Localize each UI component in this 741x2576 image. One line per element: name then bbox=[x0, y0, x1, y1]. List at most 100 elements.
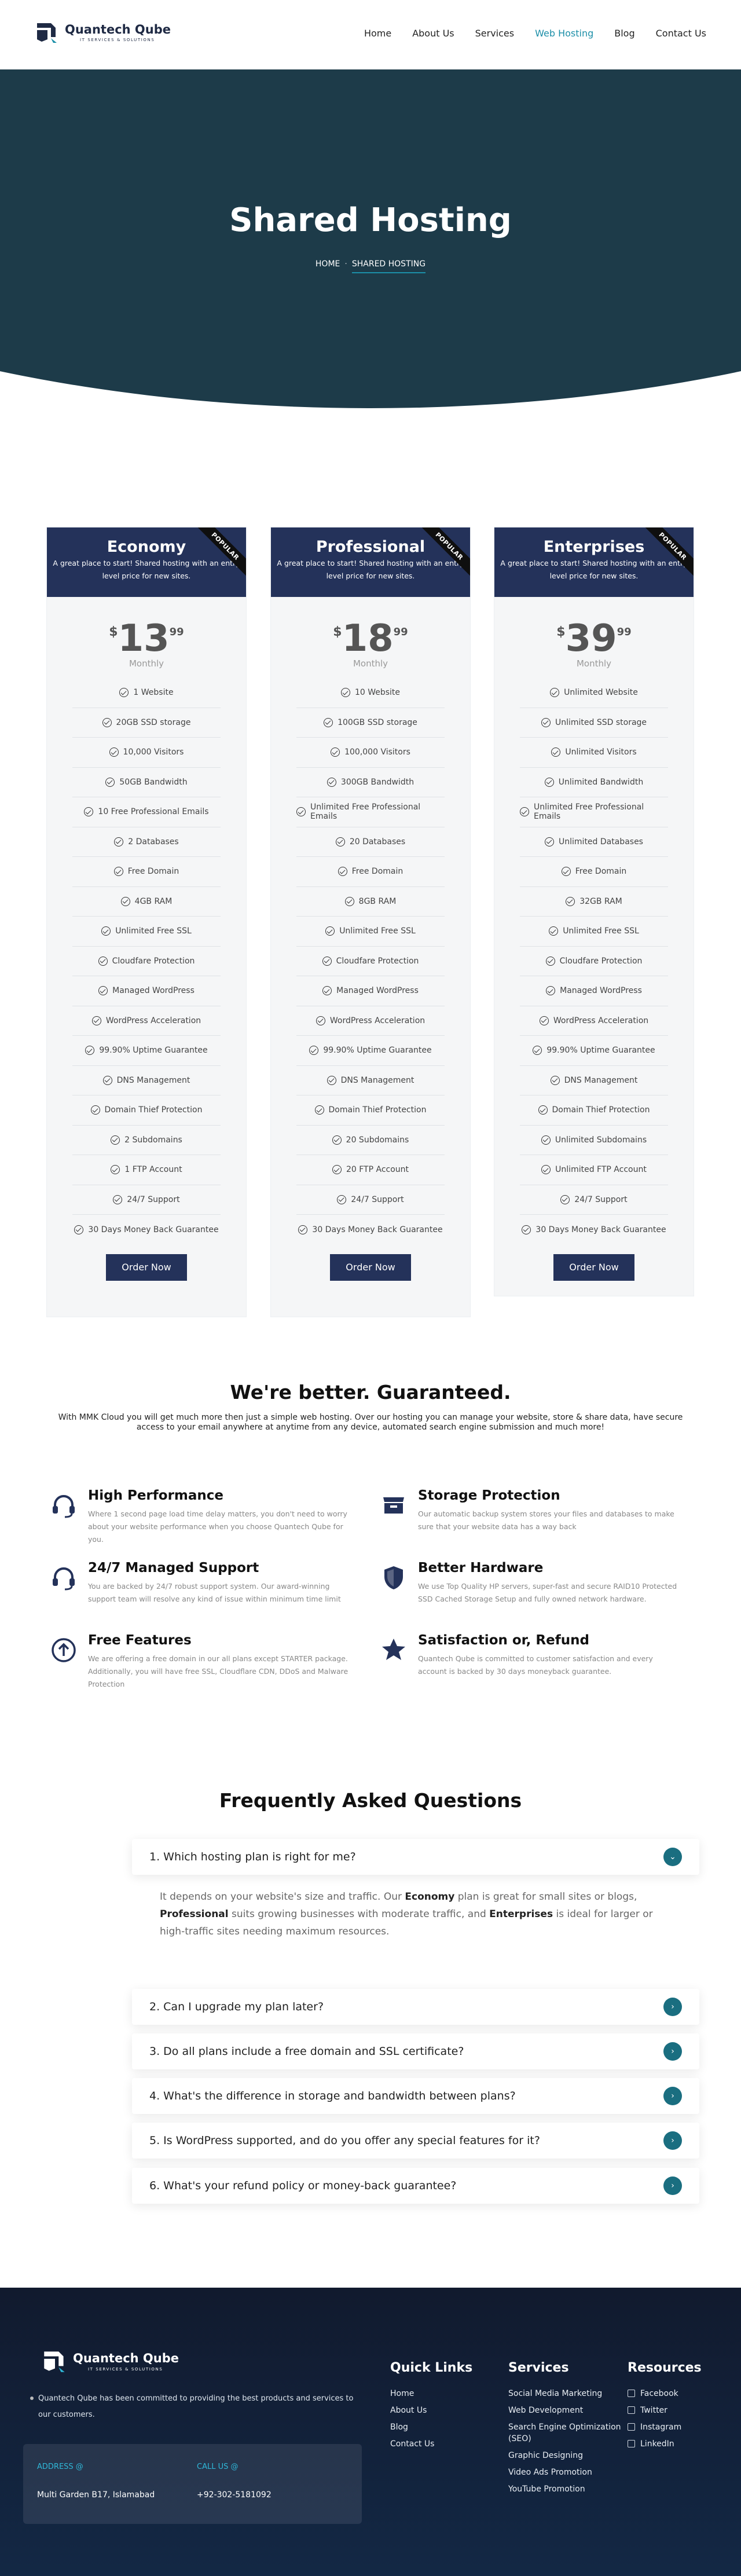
feature-item: DNS Management bbox=[520, 1066, 668, 1095]
chevron-right-icon[interactable]: › bbox=[663, 2087, 682, 2105]
feature-text: 20 Databases bbox=[349, 837, 406, 847]
feature-text: 20 Subdomains bbox=[346, 1135, 409, 1145]
feature-text: Cloudfare Protection bbox=[559, 956, 643, 966]
faq-question-5[interactable]: 5. Is WordPress supported, and do you of… bbox=[132, 2123, 699, 2159]
check-circle-icon bbox=[340, 688, 350, 698]
service-link[interactable]: Graphic Designing bbox=[508, 2450, 624, 2461]
check-circle-icon bbox=[551, 747, 561, 757]
check-circle-icon bbox=[545, 837, 555, 847]
feature-item: Free Domain bbox=[296, 857, 445, 887]
service-link[interactable]: Search Engine Optimization (SEO) bbox=[508, 2421, 624, 2445]
address-value: Multi Garden B17, Islamabad bbox=[37, 2490, 155, 2500]
check-circle-icon bbox=[539, 1016, 549, 1025]
feature-item: Managed WordPress bbox=[72, 976, 221, 1006]
faq-question-text: 5. Is WordPress supported, and do you of… bbox=[149, 2134, 540, 2147]
nav-services[interactable]: Services bbox=[475, 28, 514, 39]
price-period: Monthly bbox=[353, 658, 388, 669]
faq-question-6[interactable]: 6. What's your refund policy or money-ba… bbox=[132, 2168, 699, 2204]
check-circle-icon bbox=[332, 1165, 342, 1175]
chevron-right-icon[interactable]: › bbox=[663, 2042, 682, 2061]
order-now-button[interactable]: Order Now bbox=[330, 1254, 411, 1281]
feature-text: 20GB SSD storage bbox=[116, 717, 191, 727]
feature-text: We are offering a free domain in our all… bbox=[88, 1654, 349, 1688]
phone-value[interactable]: +92-302-5181092 bbox=[197, 2490, 272, 2500]
nav-home[interactable]: Home bbox=[364, 28, 391, 39]
resource-link[interactable]: LinkedIn bbox=[628, 2438, 702, 2450]
feature-text: You are backed by 24/7 robust support sy… bbox=[88, 1582, 341, 1603]
check-circle-icon bbox=[111, 1135, 120, 1145]
feature-item: DNS Management bbox=[296, 1066, 445, 1095]
feature-text: Unlimited SSD storage bbox=[555, 717, 647, 727]
nav-blog[interactable]: Blog bbox=[614, 28, 634, 39]
check-circle-icon bbox=[520, 807, 529, 817]
pricing-card-professional: Professional A great place to start! Sha… bbox=[270, 527, 471, 1317]
quick-link[interactable]: About Us bbox=[390, 2405, 472, 2416]
check-circle-icon bbox=[113, 1194, 123, 1204]
service-link[interactable]: Social Media Marketing bbox=[508, 2388, 624, 2399]
price-value: 13 bbox=[118, 617, 170, 660]
chevron-right-icon[interactable]: › bbox=[663, 2131, 682, 2150]
resource-link[interactable]: Facebook bbox=[628, 2388, 702, 2399]
feature-text: Managed WordPress bbox=[112, 986, 195, 996]
check-circle-icon bbox=[331, 747, 340, 757]
chevron-right-icon[interactable]: › bbox=[663, 2176, 682, 2195]
feature-text: WordPress Acceleration bbox=[329, 1016, 425, 1025]
resources-links: Resources Facebook Twitter Instagram Linked… bbox=[628, 2361, 702, 2455]
feature-item: Unlimited Visitors bbox=[520, 738, 668, 768]
nav-about[interactable]: About Us bbox=[412, 28, 454, 39]
check-circle-icon bbox=[322, 986, 332, 996]
feature-item: 32GB RAM bbox=[520, 887, 668, 917]
order-now-button[interactable]: Order Now bbox=[553, 1254, 634, 1281]
feature-item: Domain Thief Protection bbox=[520, 1095, 668, 1126]
feature-list: 10 Website 100GB SSD storage 100,000 Visit… bbox=[296, 678, 445, 1245]
resources-title: Resources bbox=[628, 2361, 702, 2375]
feature-text: 24/7 Support bbox=[127, 1194, 180, 1204]
nav-contact[interactable]: Contact Us bbox=[656, 28, 706, 39]
feature-item: 30 Days Money Back Guarantee bbox=[72, 1215, 221, 1245]
check-circle-icon bbox=[102, 717, 112, 727]
better-title: We're better. Guaranteed. bbox=[230, 1381, 511, 1404]
quick-link[interactable]: Contact Us bbox=[390, 2438, 472, 2450]
quick-link[interactable]: Blog bbox=[390, 2421, 472, 2433]
check-circle-icon bbox=[560, 1194, 570, 1204]
breadcrumb-home[interactable]: HOME bbox=[316, 259, 340, 269]
service-link[interactable]: Video Ads Promotion bbox=[508, 2467, 624, 2478]
price-cents: 99 bbox=[169, 626, 184, 638]
chevron-down-icon[interactable]: ⌄ bbox=[663, 1848, 682, 1866]
feature-text: 32GB RAM bbox=[579, 896, 622, 906]
check-circle-icon bbox=[522, 1225, 531, 1234]
nav-web-hosting[interactable]: Web Hosting bbox=[535, 28, 593, 39]
faq-question-2[interactable]: 2. Can I upgrade my plan later? › bbox=[132, 1989, 699, 2025]
feature-item: 20 FTP Account bbox=[296, 1155, 445, 1185]
feature-item: Unlimited Free Professional Emails bbox=[296, 797, 445, 827]
faq-question-1[interactable]: 1. Which hosting plan is right for me? ⌄ bbox=[132, 1839, 699, 1875]
order-now-button[interactable]: Order Now bbox=[106, 1254, 187, 1281]
service-link[interactable]: Web Development bbox=[508, 2405, 624, 2416]
address-label: ADDRESS @ bbox=[37, 2463, 83, 2471]
feature-text: 1 Website bbox=[133, 688, 174, 698]
pricing-card-enterprises: Enterprises A great place to start! Shar… bbox=[494, 527, 694, 1296]
chevron-right-icon[interactable]: › bbox=[663, 1998, 682, 2016]
check-circle-icon bbox=[332, 1135, 342, 1145]
quick-link[interactable]: Home bbox=[390, 2388, 472, 2399]
price-value: 39 bbox=[565, 617, 617, 660]
footer-logo[interactable]: Quantech Qube IT SERVICES & SOLUTIONS bbox=[41, 2348, 179, 2375]
feature-item: 24/7 Support bbox=[296, 1185, 445, 1215]
resource-link[interactable]: Instagram bbox=[628, 2421, 702, 2433]
feature-text: 2 Databases bbox=[128, 837, 179, 847]
faq-question-3[interactable]: 3. Do all plans include a free domain an… bbox=[132, 2033, 699, 2069]
faq-question-4[interactable]: 4. What's the difference in storage and … bbox=[132, 2078, 699, 2114]
resource-link[interactable]: Twitter bbox=[628, 2405, 702, 2416]
price-period: Monthly bbox=[129, 658, 164, 669]
feature-text: 99.90% Uptime Guarantee bbox=[546, 1046, 655, 1056]
feature-text: Free Domain bbox=[351, 867, 403, 877]
service-link[interactable]: YouTube Promotion bbox=[508, 2483, 624, 2495]
brand-name: Quantech Qube bbox=[65, 22, 171, 36]
check-circle-icon bbox=[322, 956, 332, 966]
faq-question-text: 2. Can I upgrade my plan later? bbox=[149, 2000, 324, 2013]
logo-icon bbox=[44, 2351, 65, 2372]
brand-logo[interactable]: Quantech Qube IT SERVICES & SOLUTIONS bbox=[34, 20, 171, 45]
faq-question-text: 4. What's the difference in storage and … bbox=[149, 2090, 516, 2102]
plan-description: A great place to start! Shared hosting w… bbox=[500, 559, 688, 580]
feature-text: WordPress Acceleration bbox=[105, 1016, 201, 1025]
